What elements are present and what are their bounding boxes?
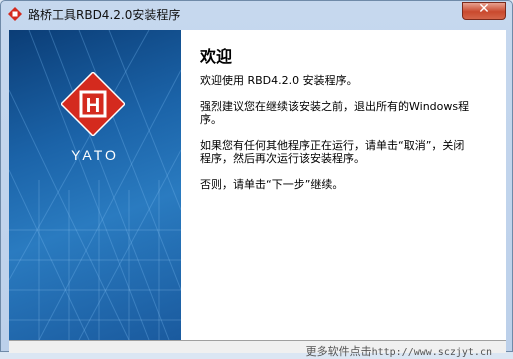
welcome-panel: 欢迎 欢迎使用 RBD4.2.0 安装程序。 强烈建议您在继续该安装之前，退出所… — [181, 30, 506, 340]
logo-text: YATO — [71, 147, 119, 163]
cancel-line-1: 如果您有任何其他程序正在运行，请单击“取消”，关闭 — [200, 139, 465, 152]
divider — [9, 340, 506, 341]
advice-line-1: 强烈建议您在继续该安装之前，退出所有的Windows程 — [200, 100, 470, 113]
continue-line: 否则，请单击“下一步”继续。 — [200, 178, 344, 191]
close-button[interactable]: ✕ — [462, 1, 506, 20]
window-title: 路桥工具RBD4.2.0安装程序 — [28, 8, 181, 22]
client-area: H YATO 欢迎 欢迎使用 RBD4.2.0 安装程序。 强烈建议您在继续该安… — [9, 30, 506, 358]
yato-logo-icon: H — [61, 72, 125, 136]
side-banner: H YATO — [9, 30, 181, 340]
app-icon — [8, 7, 22, 21]
welcome-heading: 欢迎 — [200, 47, 233, 66]
watermark: 更多软件点击http://www.sczjyt.cn — [306, 343, 492, 359]
title-bar[interactable]: 路桥工具RBD4.2.0安装程序 ✕ — [1, 1, 512, 29]
welcome-line: 欢迎使用 RBD4.2.0 安装程序。 — [200, 74, 358, 87]
cancel-line-2: 程序，然后再次运行该安装程序。 — [200, 152, 365, 165]
logo-glyph: H — [86, 95, 100, 117]
button-strip: 更多软件点击http://www.sczjyt.cn — [9, 340, 506, 358]
close-icon: ✕ — [478, 1, 490, 17]
installer-window: 路桥工具RBD4.2.0安装程序 ✕ H YATO 欢迎 欢迎使用 RBD4.2… — [0, 0, 513, 358]
watermark-url: http://www.sczjyt.cn — [371, 347, 492, 358]
advice-line-2: 序。 — [200, 113, 222, 126]
